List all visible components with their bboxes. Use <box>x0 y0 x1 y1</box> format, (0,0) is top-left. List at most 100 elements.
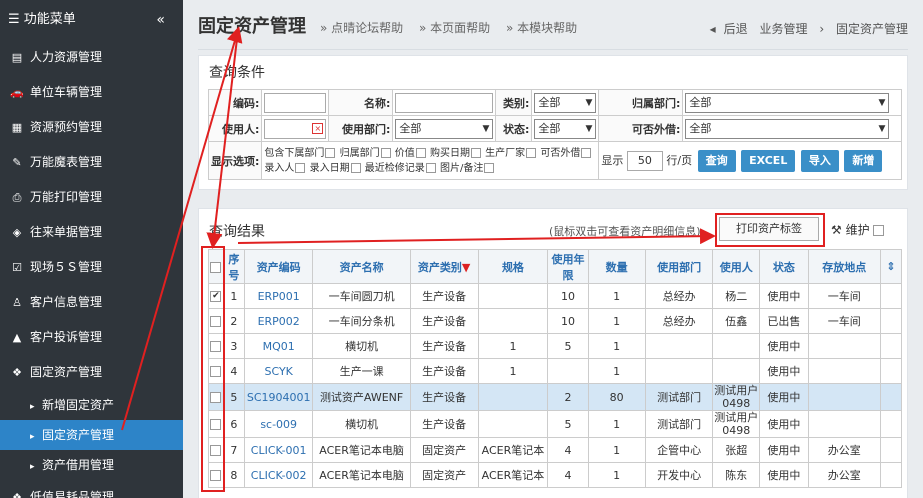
name-input[interactable] <box>395 92 494 113</box>
menu-icon: ☰ <box>8 12 20 27</box>
expand-icon[interactable]: ⇕ <box>879 249 903 284</box>
sidebar-item-id-card[interactable]: ▤ 人力资源管理 <box>0 40 183 75</box>
table-row[interactable]: 2 ERP002 一车间分条机 生产设备 10 1 总经办 伍鑫 已出售 一车间 <box>208 308 903 334</box>
checkbox-icon: ☑ <box>12 261 22 274</box>
option-checkbox[interactable] <box>295 162 306 173</box>
page-help-link[interactable]: » 本页面帮助 <box>419 21 490 35</box>
col-header[interactable]: 序号 <box>222 249 245 284</box>
table-cell <box>879 437 903 463</box>
import-button[interactable]: 导入 <box>800 149 839 172</box>
table-row[interactable]: 8 CLICK-002 ACER笔记本电脑 固定资产 ACER笔记本 4 1 开发中心 陈东 使用… <box>208 462 903 488</box>
printer-icon: ⎙ <box>12 191 22 204</box>
type-select[interactable]: 全部 ▼ <box>534 92 597 113</box>
sidebar-item-label: 往来单据管理 <box>30 225 103 239</box>
table-cell: 伍鑫 <box>712 308 761 334</box>
table-cell: 开发中心 <box>644 462 714 488</box>
col-header[interactable]: 规格 <box>477 249 549 284</box>
sidebar-item-consumables[interactable]: ❖ 低值易耗品管理 <box>0 480 183 498</box>
maintain-toggle[interactable]: ⚒ 维护 <box>831 221 885 238</box>
dept-select[interactable]: 全部 ▼ <box>685 92 890 113</box>
table-cell: 2 <box>547 383 589 411</box>
clear-icon[interactable]: × <box>312 122 324 134</box>
sidebar-item-user[interactable]: ♙ 客户信息管理 <box>0 285 183 320</box>
forum-help-link[interactable]: » 点晴论坛帮助 <box>320 21 403 35</box>
col-header[interactable]: 资产名称 <box>312 249 411 284</box>
back-link[interactable]: ◂ 后退 <box>702 22 748 36</box>
col-header[interactable]: 数量 <box>587 249 646 284</box>
dropdown-icon: ▼ <box>878 123 886 134</box>
table-cell: ERP002 <box>243 308 314 334</box>
collapse-icon[interactable]: « <box>156 0 165 40</box>
state-label: 状态: <box>495 115 533 142</box>
table-cell <box>807 410 881 438</box>
use-dept-select[interactable]: 全部 ▼ <box>395 118 494 139</box>
query-title: 查询条件 <box>209 65 265 81</box>
table-row[interactable]: 5 SC1904001 测试资产AWENF 生产设备 2 80 测试部门 测试用户0498 使用… <box>208 383 903 411</box>
sidebar-sub-asset-borrow[interactable]: ▸ 资产借用管理 <box>0 450 183 480</box>
sidebar: ☰ 功能菜单 « ▤ 人力资源管理 🚗 单位车辆管理 ▦ 资源预约管理 ✎ 万能魔表管理 ⎙ 万能… <box>0 0 183 498</box>
option-checkbox[interactable] <box>350 162 361 173</box>
table-cell: 生产设备 <box>409 308 479 334</box>
table-cell: 测试用户0498 <box>712 383 761 411</box>
table-row[interactable]: 6 sc-009 横切机 生产设备 5 1 测试部门 测试用户0498 使用中 <box>208 410 903 438</box>
option-checkbox[interactable] <box>581 147 592 158</box>
table-cell: 一车间 <box>807 308 881 334</box>
col-header[interactable]: 使用年限 <box>547 249 589 284</box>
option-checkbox[interactable] <box>470 147 481 158</box>
col-header[interactable]: 使用部门 <box>644 249 714 284</box>
sidebar-item-grid[interactable]: ▦ 资源预约管理 <box>0 110 183 145</box>
sidebar-item-printer[interactable]: ⎙ 万能打印管理 <box>0 180 183 215</box>
code-input[interactable] <box>264 92 327 113</box>
table-cell: 已出售 <box>759 308 809 334</box>
sidebar-item-label: 客户信息管理 <box>30 295 103 309</box>
lend-select[interactable]: 全部 ▼ <box>685 118 890 139</box>
sidebar-item-tag[interactable]: ◈ 往来单据管理 <box>0 215 183 250</box>
warning-icon: ▲ <box>12 331 22 344</box>
table-cell: 生产设备 <box>409 333 479 359</box>
sidebar-item-checkbox[interactable]: ☑ 现场５Ｓ管理 <box>0 250 183 285</box>
table-cell: 7 <box>222 437 245 463</box>
option-checkbox[interactable] <box>380 147 391 158</box>
sidebar-item-cubes[interactable]: ❖ 固定资产管理 <box>0 355 183 390</box>
option-checkbox[interactable] <box>526 147 537 158</box>
query-button[interactable]: 查询 <box>697 149 736 172</box>
user-input[interactable]: × <box>264 118 327 139</box>
table-cell: 一车间分条机 <box>312 308 411 334</box>
table-cell <box>547 358 589 384</box>
col-header[interactable]: 资产编码 <box>243 249 314 284</box>
table-cell: 使用中 <box>759 410 809 438</box>
option-checkbox[interactable] <box>325 147 336 158</box>
module-help-link[interactable]: » 本模块帮助 <box>506 21 577 35</box>
sidebar-sub-asset-manage[interactable]: ▸ 固定资产管理 <box>0 420 183 450</box>
sidebar-item-warning[interactable]: ▲ 客户投诉管理 <box>0 320 183 355</box>
table-row[interactable]: 3 MQ01 横切机 生产设备 1 5 1 使用中 <box>208 333 903 359</box>
table-cell: 生产设备 <box>409 283 479 309</box>
option-checkbox[interactable] <box>415 147 426 158</box>
rows-per-page-input[interactable]: 50 <box>626 150 663 171</box>
sidebar-item-wand[interactable]: ✎ 万能魔表管理 <box>0 145 183 180</box>
sidebar-item-car[interactable]: 🚗 单位车辆管理 <box>0 75 183 110</box>
col-header[interactable]: 存放地点 <box>807 249 881 284</box>
add-button[interactable]: 新增 <box>844 149 883 172</box>
col-header[interactable]: 状态 <box>759 249 809 284</box>
col-header[interactable]: 资产类别▼ <box>409 249 479 284</box>
maintain-checkbox[interactable] <box>873 225 885 236</box>
table-row[interactable]: 7 CLICK-001 ACER笔记本电脑 固定资产 ACER笔记本 4 1 企管中心 张超 使用… <box>208 437 903 463</box>
excel-button[interactable]: EXCEL <box>741 149 796 172</box>
table-cell: ACER笔记本 <box>477 437 549 463</box>
state-select[interactable]: 全部 ▼ <box>534 118 597 139</box>
table-cell: 生产设备 <box>409 358 479 384</box>
table-cell <box>879 333 903 359</box>
table-cell: 1 <box>477 333 549 359</box>
table-row[interactable]: ✔ 1 ERP001 一车间圆刀机 生产设备 10 1 总经办 杨二 使用中 一车间 <box>208 283 903 309</box>
table-cell: ACER笔记本电脑 <box>312 437 411 463</box>
option-checkbox[interactable] <box>425 162 436 173</box>
option-checkbox[interactable] <box>484 162 495 173</box>
table-cell: 测试用户0498 <box>712 410 761 438</box>
table-cell <box>807 358 881 384</box>
breadcrumb-business[interactable]: 业务管理 <box>760 22 808 36</box>
page-header: 固定资产管理 » 点晴论坛帮助 » 本页面帮助 » 本模块帮助 ◂ 后退 业务管理… <box>198 10 908 50</box>
sidebar-sub-add-asset[interactable]: ▸ 新增固定资产 <box>0 390 183 420</box>
col-header[interactable]: 使用人 <box>712 249 761 284</box>
table-row[interactable]: 4 SCYK 生产一课 生产设备 1 1 使用中 <box>208 358 903 384</box>
